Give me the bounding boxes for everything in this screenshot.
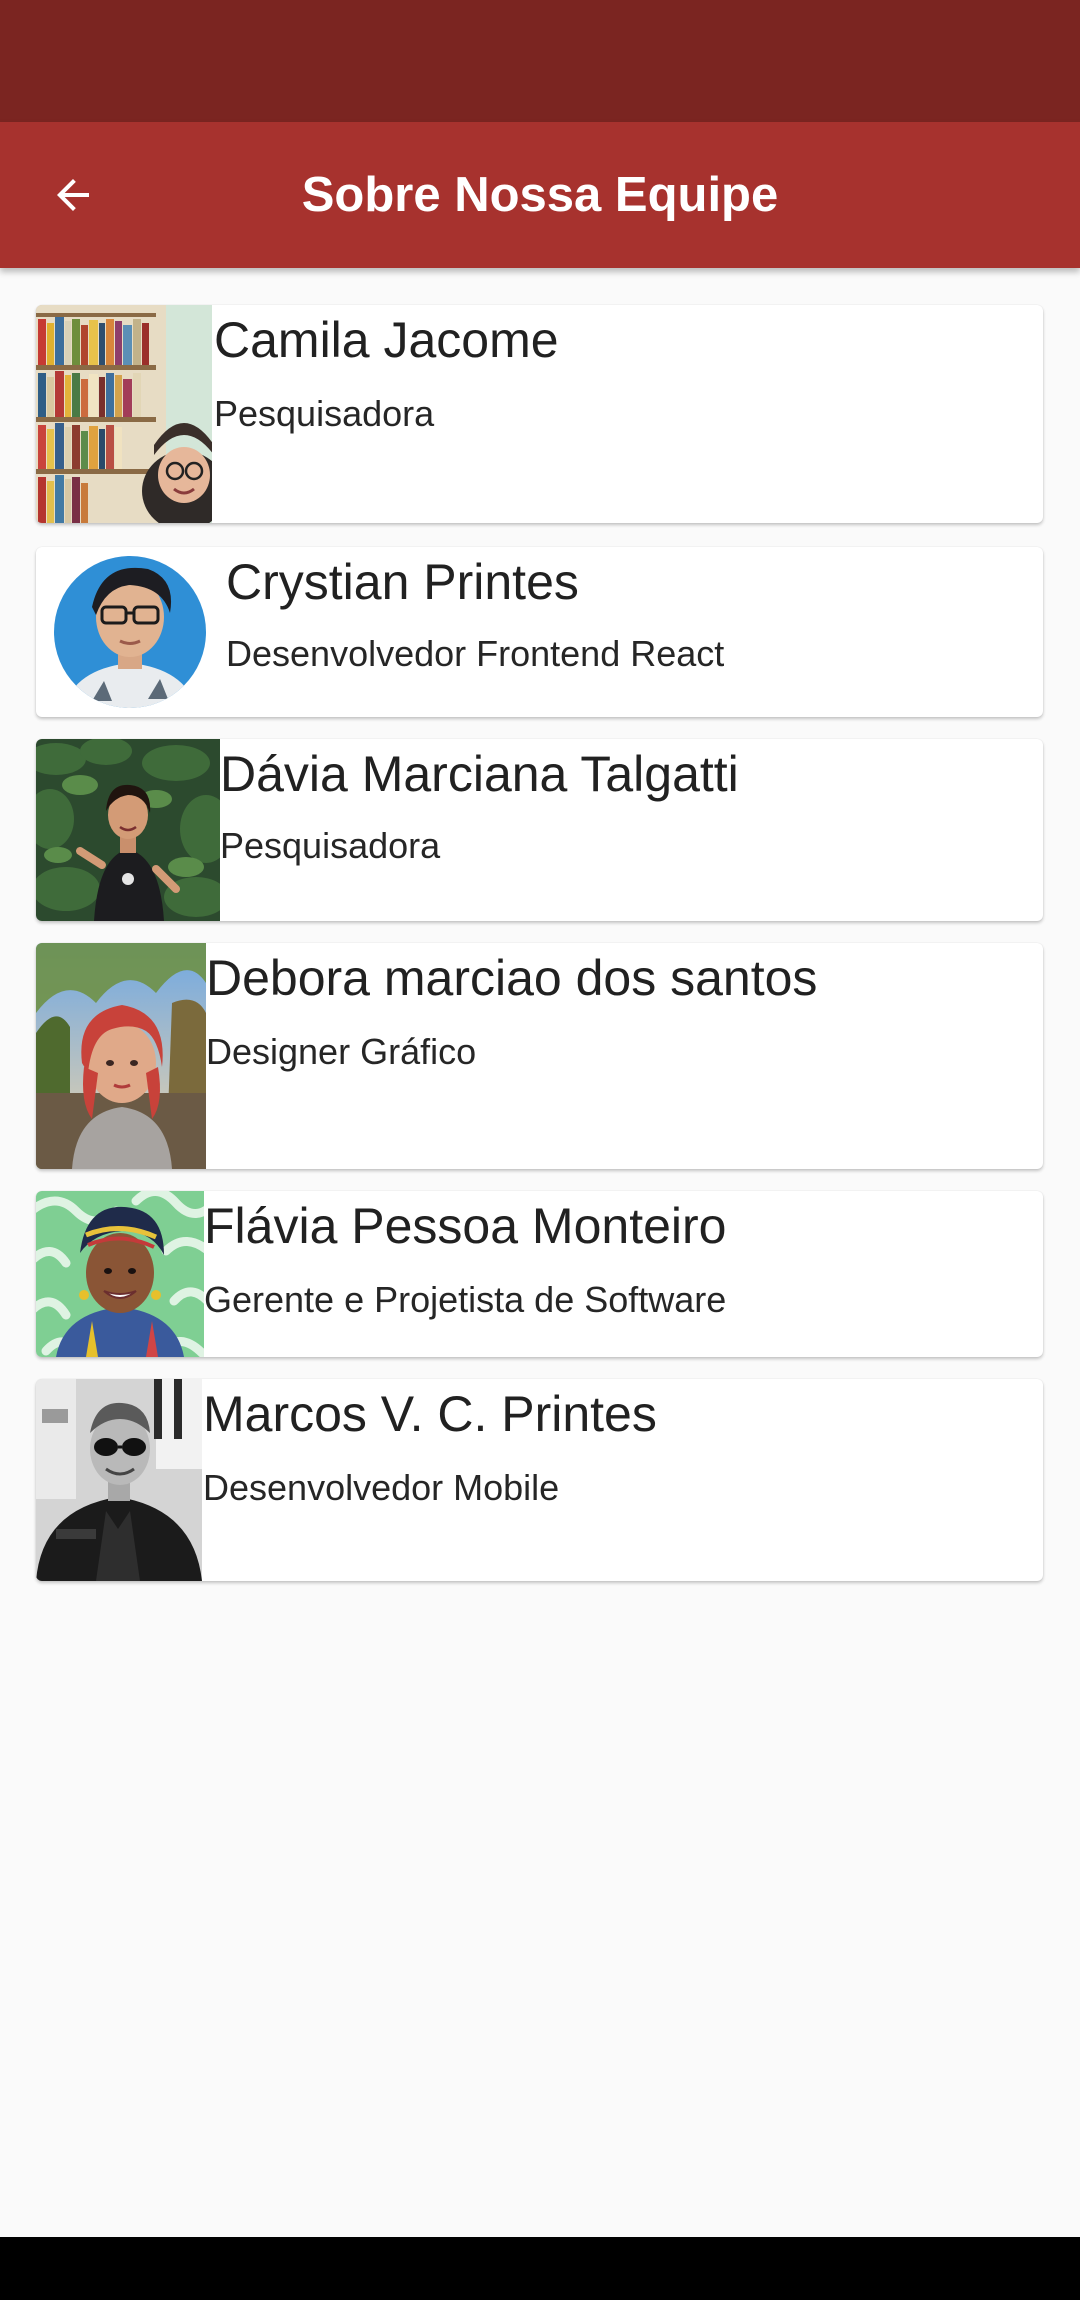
team-member-card[interactable]: Dávia Marciana Talgatti Pesquisadora: [36, 739, 1043, 921]
member-name: Camila Jacome: [214, 312, 559, 368]
team-member-card[interactable]: Debora marciao dos santos Designer Gráfi…: [36, 943, 1043, 1169]
member-photo: [36, 1191, 204, 1357]
member-photo: [36, 1379, 202, 1581]
member-name: Marcos V. C. Printes: [203, 1386, 657, 1442]
page-title: Sobre Nossa Equipe: [301, 168, 779, 222]
system-navigation-bar: [0, 2237, 1080, 2300]
team-member-card[interactable]: Crystian Printes Desenvolvedor Frontend …: [36, 547, 1043, 717]
member-role: Gerente e Projetista de Software: [204, 1279, 727, 1320]
member-photo: [36, 305, 212, 523]
member-photo: [36, 943, 206, 1169]
member-role: Pesquisadora: [220, 825, 441, 866]
member-role: Pesquisadora: [214, 393, 435, 434]
member-name: Dávia Marciana Talgatti: [220, 746, 739, 802]
team-member-card[interactable]: Marcos V. C. Printes Desenvolvedor Mobil…: [36, 1379, 1043, 1581]
team-member-card[interactable]: Camila Jacome Pesquisadora: [36, 305, 1043, 523]
member-name: Crystian Printes: [226, 554, 579, 610]
member-name: Debora marciao dos santos: [206, 950, 818, 1006]
member-role: Desenvolvedor Mobile: [203, 1467, 560, 1508]
member-name: Flávia Pessoa Monteiro: [204, 1198, 727, 1254]
member-role: Designer Gráfico: [206, 1031, 477, 1072]
team-member-card[interactable]: Flávia Pessoa Monteiro Gerente e Projeti…: [36, 1191, 1043, 1357]
member-photo: [36, 739, 220, 921]
app-bar: Sobre Nossa Equipe: [0, 122, 1080, 268]
member-role: Desenvolvedor Frontend React: [226, 633, 725, 674]
member-photo: [52, 551, 208, 713]
status-bar: [0, 0, 1080, 122]
